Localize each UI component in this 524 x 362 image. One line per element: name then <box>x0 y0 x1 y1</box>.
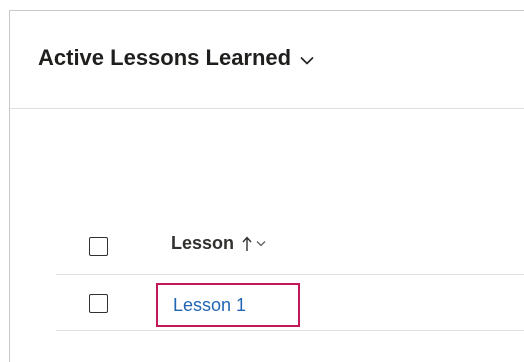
table-row: Lesson 1 <box>56 274 524 331</box>
lesson-link[interactable]: Lesson 1 <box>173 295 246 316</box>
row-select-checkbox[interactable] <box>89 294 108 313</box>
lessons-view-panel: Active Lessons Learned Lesson Lesson 1 <box>9 10 524 362</box>
select-all-checkbox[interactable] <box>89 237 108 256</box>
chevron-down-icon <box>300 56 314 65</box>
view-title: Active Lessons Learned <box>38 45 292 70</box>
arrow-up-icon <box>242 235 252 252</box>
column-header-label: Lesson <box>171 233 235 253</box>
grid-header-row: Lesson <box>56 217 524 275</box>
highlight-box: Lesson 1 <box>156 283 300 327</box>
view-selector[interactable]: Active Lessons Learned <box>38 45 314 71</box>
view-header: Active Lessons Learned <box>10 11 524 109</box>
column-header-lesson[interactable]: Lesson <box>171 233 266 254</box>
chevron-down-icon[interactable] <box>256 240 266 247</box>
